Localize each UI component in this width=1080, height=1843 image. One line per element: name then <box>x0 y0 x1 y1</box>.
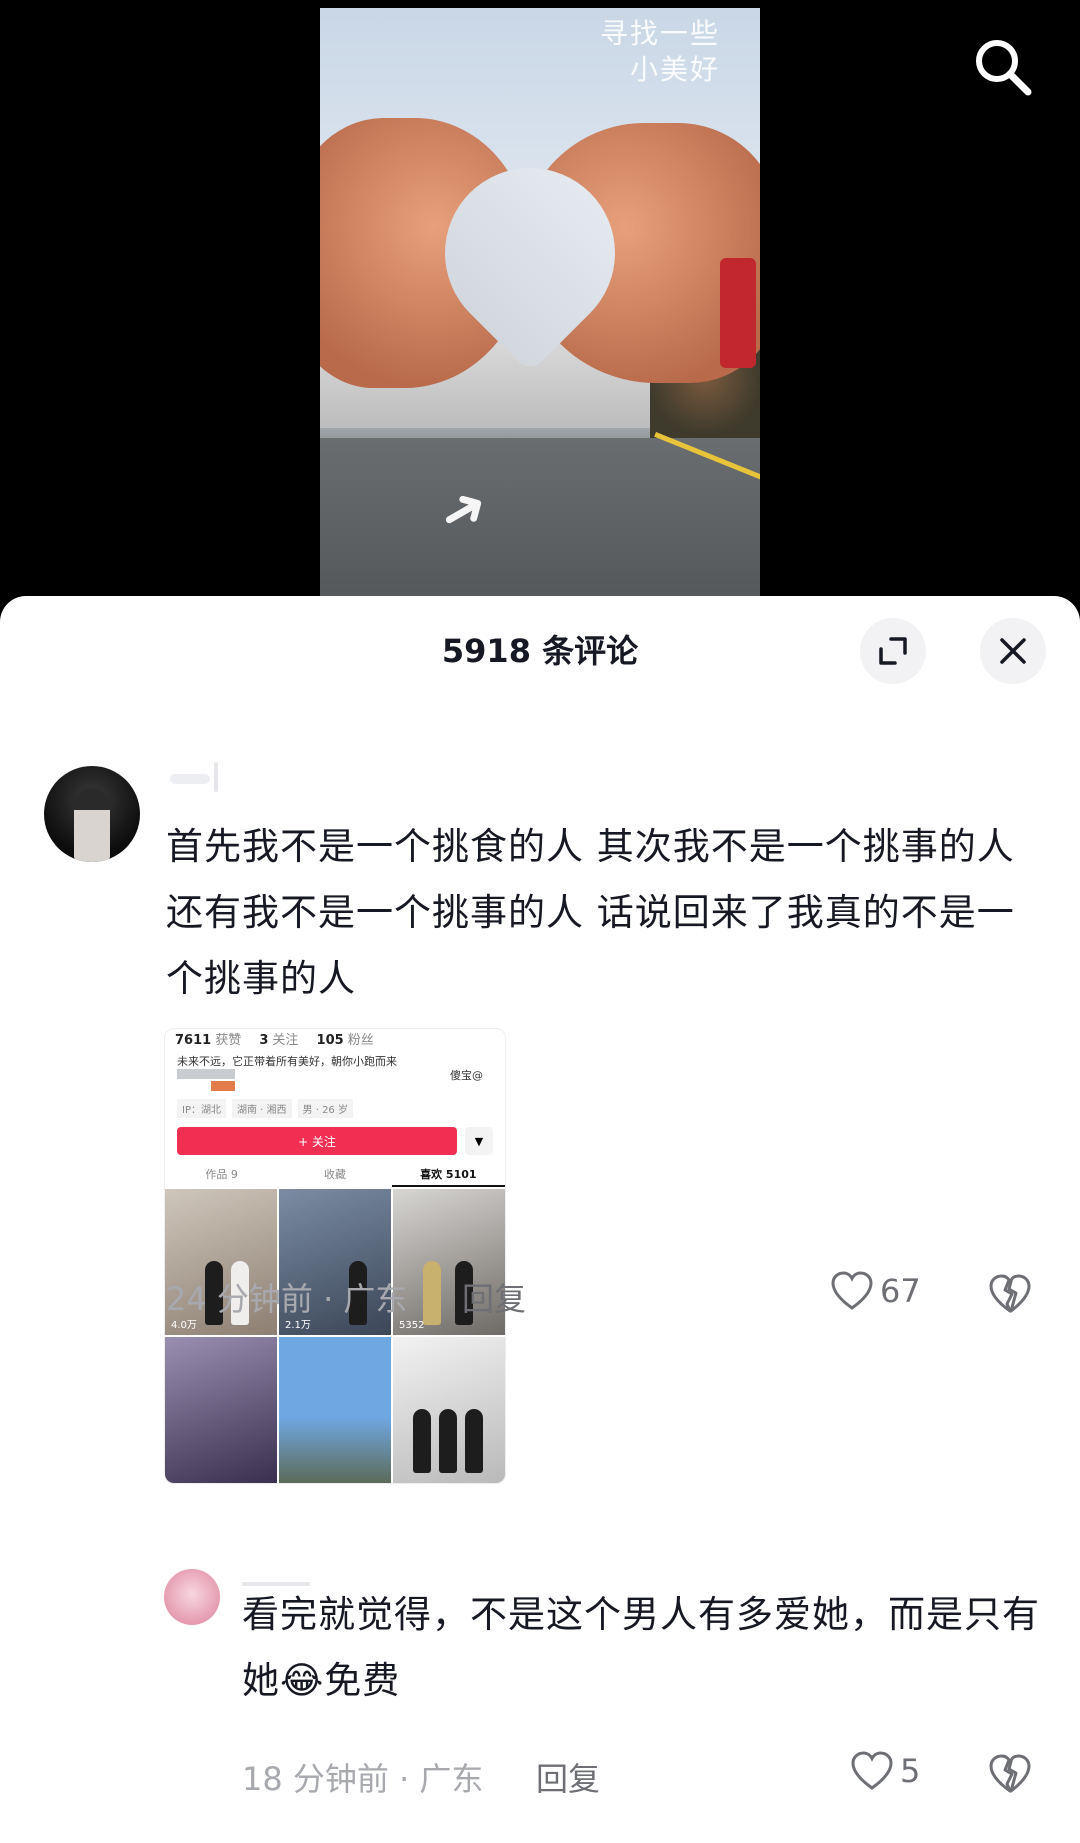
comment-2-text-part: 免费 <box>324 1659 401 1702</box>
heart-icon <box>831 1271 873 1310</box>
comment-2-like-button[interactable]: 5 <box>850 1750 920 1792</box>
comment-1-text[interactable]: 首先我不是一个挑食的人 其次我不是一个挑事的人 还有我不是一个挑事的人 话说回来… <box>166 814 1026 1012</box>
shot-followers-label: 粉丝 <box>347 1033 374 1048</box>
comment-2-like-count: 5 <box>900 1752 921 1790</box>
shot-handle: 傻宝@ <box>450 1069 483 1082</box>
shot-tag: IP：湖北 <box>177 1099 226 1118</box>
shot-grid-cell <box>279 1337 391 1483</box>
shot-more-icon: ▼ <box>465 1127 493 1155</box>
watermark-line-2: 小美好 <box>629 53 720 86</box>
comment-1-reply-button[interactable]: 回复 <box>462 1274 526 1320</box>
shot-tags: IP：湖北 湖南 · 湘西 男 · 26 岁 <box>177 1099 353 1118</box>
laughing-emoji-icon: 😂 <box>280 1659 325 1702</box>
shot-tab-favorites: 收藏 <box>323 1168 346 1181</box>
shot-grid-cell <box>165 1337 277 1483</box>
broken-heart-icon <box>989 1754 1031 1793</box>
shot-following-count: 3 <box>259 1033 269 1048</box>
person-figure <box>423 1261 441 1325</box>
shot-grid-count: 5352 <box>399 1320 425 1331</box>
close-button[interactable] <box>980 618 1046 684</box>
shot-stats-row: 7611 获赞 3 关注 105 粉丝 <box>175 1029 388 1048</box>
shot-bio: 未来不远，它正带着所有美好，朝你小跑而来 <box>177 1055 397 1068</box>
heart-icon <box>851 1751 893 1790</box>
commenter-1-avatar[interactable] <box>44 766 140 862</box>
shot-tab-likes: 喜欢 5101 <box>391 1163 505 1187</box>
shot-video-grid: 4.0万 2.1万 5352 <box>165 1189 505 1483</box>
comment-1-dislike-button[interactable] <box>988 1272 1032 1316</box>
shot-following-label: 关注 <box>272 1033 299 1048</box>
commenter-2-avatar[interactable] <box>164 1569 220 1625</box>
video-player[interactable]: ➜ 寻找一些 小美好 <box>0 0 1080 600</box>
comment-2-reply-button[interactable]: 回复 <box>536 1754 600 1800</box>
shot-tag: 男 · 26 岁 <box>297 1099 353 1118</box>
shot-followers-count: 105 <box>316 1033 344 1048</box>
person-figure <box>413 1409 431 1473</box>
comment-1-like-button[interactable]: 67 <box>830 1270 921 1312</box>
shot-grid-cell <box>393 1337 505 1483</box>
person-figure <box>465 1409 483 1473</box>
road-graphic <box>320 438 760 600</box>
watch-graphic <box>720 258 756 368</box>
comment-2-meta: 18 分钟前 · 广东 <box>242 1760 484 1798</box>
commenter-1-name-redacted[interactable] <box>170 774 210 784</box>
shot-likes-count: 7611 <box>175 1033 212 1048</box>
comment-1-like-count: 67 <box>880 1272 921 1310</box>
video-watermark: 寻找一些 小美好 <box>600 16 720 88</box>
shot-redacted-block-1 <box>177 1069 235 1079</box>
comment-sheet: 5918 条评论 首先我不是一个挑食的人 其次我不是一个挑事的人 还有我不是一个… <box>0 596 1080 1843</box>
search-icon <box>976 40 1032 96</box>
shot-tab-works: 作品 9 <box>205 1168 238 1181</box>
search-button[interactable] <box>970 34 1036 100</box>
shot-likes-label: 获赞 <box>215 1033 242 1048</box>
shot-tag: 湖南 · 湘西 <box>231 1099 292 1118</box>
avatar-figure <box>74 788 110 862</box>
comment-1-image[interactable]: 7611 获赞 3 关注 105 粉丝 未来不远，它正带着所有美好，朝你小跑而来 傻宝… <box>164 1028 506 1484</box>
close-icon <box>1000 638 1026 664</box>
shot-redacted-block-2 <box>211 1081 235 1091</box>
expand-button[interactable] <box>860 618 926 684</box>
person-figure <box>439 1409 457 1473</box>
comment-1-meta: 24 分钟前 · 广东 <box>166 1280 408 1318</box>
watermark-line-1: 寻找一些 <box>599 17 720 50</box>
comment-2-text[interactable]: 看完就觉得，不是这个男人有多爱她，而是只有她😂免费 <box>242 1582 1042 1714</box>
expand-icon <box>879 637 907 665</box>
broken-heart-icon <box>989 1274 1031 1313</box>
name-divider <box>214 762 218 792</box>
video-frame[interactable]: ➜ 寻找一些 小美好 <box>320 8 760 600</box>
shot-tabs: 作品 9 收藏 喜欢 5101 <box>165 1163 505 1187</box>
comment-2-dislike-button[interactable] <box>988 1752 1032 1796</box>
shot-follow-button: + 关注 <box>177 1127 457 1155</box>
